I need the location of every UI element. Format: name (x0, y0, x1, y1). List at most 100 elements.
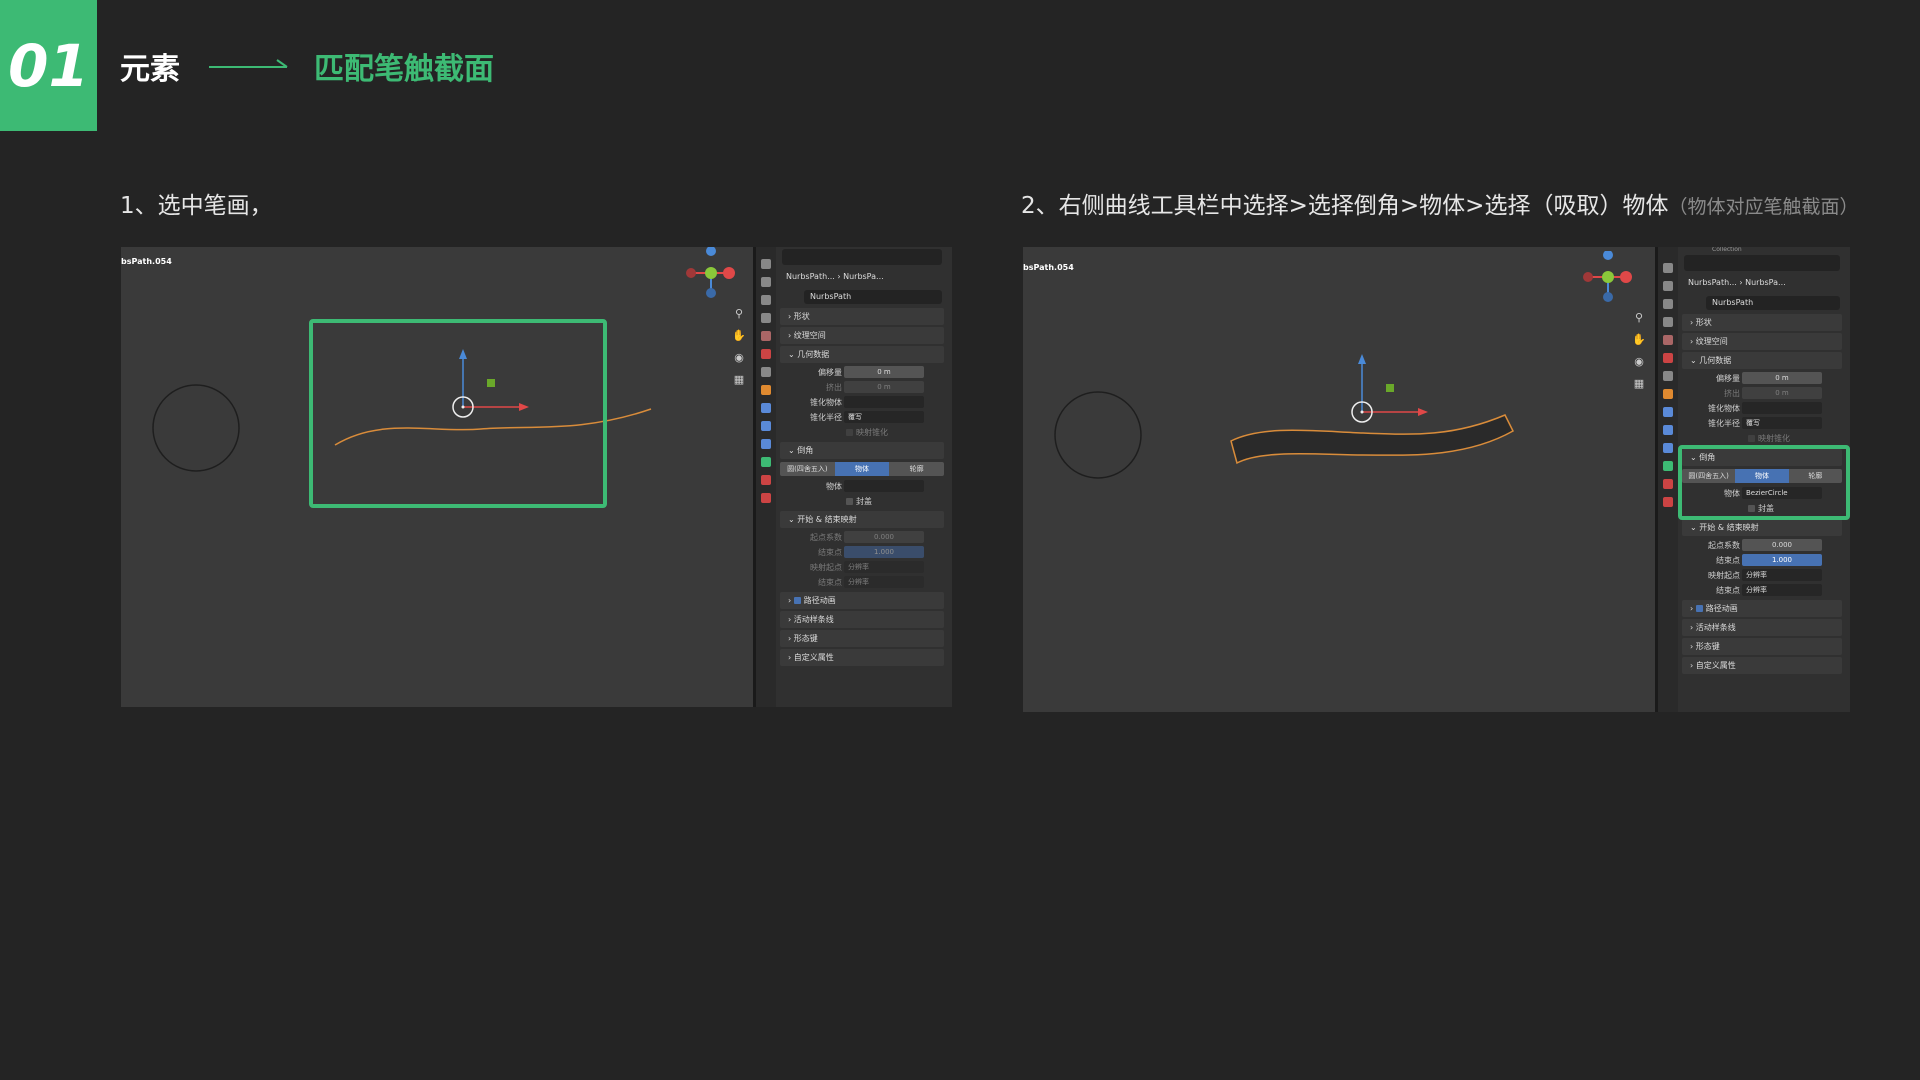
properties-search-input[interactable] (782, 249, 942, 265)
mapping-end-dropdown[interactable]: 分辨率 (1742, 584, 1822, 596)
world-tab-icon[interactable] (761, 349, 771, 359)
camera-icon[interactable]: ◉ (732, 351, 746, 365)
world-tab-icon[interactable] (1663, 353, 1673, 363)
mapping-end-dropdown[interactable]: 分辨率 (844, 576, 924, 588)
map-taper-checkbox[interactable]: 映射锥化 (1748, 431, 1790, 446)
bezier-circle-object[interactable] (1053, 390, 1143, 480)
bevel-object-field[interactable] (844, 480, 924, 492)
particles-tab-icon[interactable] (761, 421, 771, 431)
start-factor-field[interactable]: 0.000 (1742, 539, 1822, 551)
zoom-icon[interactable]: ⚲ (1632, 311, 1646, 325)
mapping-start-dropdown[interactable]: 分辨率 (844, 561, 924, 573)
extrude-field[interactable]: 0 m (844, 381, 924, 393)
hand-pan-icon[interactable]: ✋ (732, 329, 746, 343)
section-texture-space[interactable]: › 纹理空间 (780, 327, 944, 344)
section-path-animation[interactable]: › 路径动画 (1682, 600, 1842, 617)
modifier-tab-icon[interactable] (761, 403, 771, 413)
end-factor-field[interactable]: 1.000 (844, 546, 924, 558)
section-shape-keys[interactable]: › 形态键 (1682, 638, 1842, 655)
transform-gizmo[interactable] (1350, 342, 1460, 452)
breadcrumb: NurbsPath... › NurbsPa... (1688, 278, 1786, 287)
arrow-right-icon (209, 59, 288, 68)
texture-tab-icon[interactable] (1663, 497, 1673, 507)
section-custom-properties[interactable]: › 自定义属性 (1682, 657, 1842, 674)
section-geometry[interactable]: ⌄ 几何数据 (780, 346, 944, 363)
axis-navigation-gizmo[interactable] (681, 247, 741, 307)
output-tab-icon[interactable] (761, 295, 771, 305)
zoom-icon[interactable]: ⚲ (732, 307, 746, 321)
section-shape[interactable]: › 形状 (1682, 314, 1842, 331)
section-bevel[interactable]: ⌄ 倒角 (780, 442, 944, 459)
section-active-spline[interactable]: › 活动样条线 (1682, 619, 1842, 636)
extrude-field[interactable]: 0 m (1742, 387, 1822, 399)
bevel-object-row: 物体 (780, 479, 944, 494)
tool-tab-icon[interactable] (761, 259, 771, 269)
scene-tab-icon[interactable] (1663, 335, 1673, 345)
taper-object-field[interactable] (844, 396, 924, 408)
section-shape-keys[interactable]: › 形态键 (780, 630, 944, 647)
section-geometry[interactable]: ⌄ 几何数据 (1682, 352, 1842, 369)
material-tab-icon[interactable] (761, 475, 771, 485)
section-path-animation[interactable]: › 路径动画 (780, 592, 944, 609)
section-number-badge: 01 (0, 0, 97, 131)
axis-navigation-gizmo[interactable] (1578, 251, 1638, 311)
taper-object-row: 锥化物体 (1682, 401, 1842, 416)
element-label: 元素 (120, 52, 180, 87)
step-1-text: 1、选中笔画， (120, 193, 273, 219)
object-tab-icon[interactable] (761, 385, 771, 395)
camera-icon[interactable]: ◉ (1632, 355, 1646, 369)
grid-icon[interactable]: ▦ (732, 373, 746, 387)
scene-tab-icon[interactable] (761, 331, 771, 341)
collection-tab-icon[interactable] (1663, 371, 1673, 381)
output-tab-icon[interactable] (1663, 299, 1673, 309)
bevel-mode-object[interactable]: 物体 (834, 462, 890, 476)
taper-radius-dropdown[interactable]: 覆写 (844, 411, 924, 423)
material-tab-icon[interactable] (1663, 479, 1673, 489)
grid-icon[interactable]: ▦ (1632, 377, 1646, 391)
offset-field[interactable]: 0 m (1742, 372, 1822, 384)
physics-tab-icon[interactable] (761, 439, 771, 449)
tool-tab-icon[interactable] (1663, 263, 1673, 273)
curve-data-tab-icon[interactable] (761, 457, 771, 467)
properties-tabs (1658, 247, 1678, 712)
modifier-tab-icon[interactable] (1663, 407, 1673, 417)
properties-tabs (756, 247, 776, 707)
hand-pan-icon[interactable]: ✋ (1632, 333, 1646, 347)
section-custom-properties[interactable]: › 自定义属性 (780, 649, 944, 666)
map-taper-row: 映射锥化 (780, 425, 944, 440)
curve-datablock-name[interactable]: NurbsPath (1706, 296, 1840, 310)
section-start-end-mapping[interactable]: ⌄ 开始 & 结束映射 (780, 511, 944, 528)
view-layer-tab-icon[interactable] (1663, 317, 1673, 327)
properties-search-input[interactable] (1684, 255, 1840, 271)
render-tab-icon[interactable] (761, 277, 771, 287)
physics-tab-icon[interactable] (1663, 443, 1673, 453)
map-taper-checkbox[interactable]: 映射锥化 (846, 425, 888, 440)
curve-data-tab-icon[interactable] (1663, 461, 1673, 471)
viewport[interactable]: bsPath.054 ⚲ ✋ ◉ ▦ (1023, 247, 1655, 712)
offset-field[interactable]: 0 m (844, 366, 924, 378)
fill-caps-checkbox[interactable]: 封盖 (846, 494, 872, 509)
viewport[interactable]: bsPath.054 ⚲ ✋ ◉ ▦ (121, 247, 753, 707)
section-texture-space[interactable]: › 纹理空间 (1682, 333, 1842, 350)
curve-datablock-name[interactable]: NurbsPath (804, 290, 942, 304)
section-start-end-mapping[interactable]: ⌄ 开始 & 结束映射 (1682, 519, 1842, 536)
mapping-start-dropdown[interactable]: 分辨率 (1742, 569, 1822, 581)
start-factor-row: 起点系数 0.000 (1682, 538, 1842, 553)
texture-tab-icon[interactable] (761, 493, 771, 503)
bezier-circle-object[interactable] (151, 383, 241, 473)
collection-tab-icon[interactable] (761, 367, 771, 377)
end-factor-field[interactable]: 1.000 (1742, 554, 1822, 566)
start-factor-field[interactable]: 0.000 (844, 531, 924, 543)
particles-tab-icon[interactable] (1663, 425, 1673, 435)
section-shape[interactable]: › 形状 (780, 308, 944, 325)
offset-row: 偏移量 0 m (780, 365, 944, 380)
taper-radius-dropdown[interactable]: 覆写 (1742, 417, 1822, 429)
object-tab-icon[interactable] (1663, 389, 1673, 399)
render-tab-icon[interactable] (1663, 281, 1673, 291)
view-layer-tab-icon[interactable] (761, 313, 771, 323)
taper-object-field[interactable] (1742, 402, 1822, 414)
section-active-spline[interactable]: › 活动样条线 (780, 611, 944, 628)
bevel-mode-round[interactable]: 圆(四舍五入) (780, 462, 835, 476)
bevel-mode-profile[interactable]: 轮廓 (889, 462, 945, 476)
taper-object-row: 锥化物体 (780, 395, 944, 410)
